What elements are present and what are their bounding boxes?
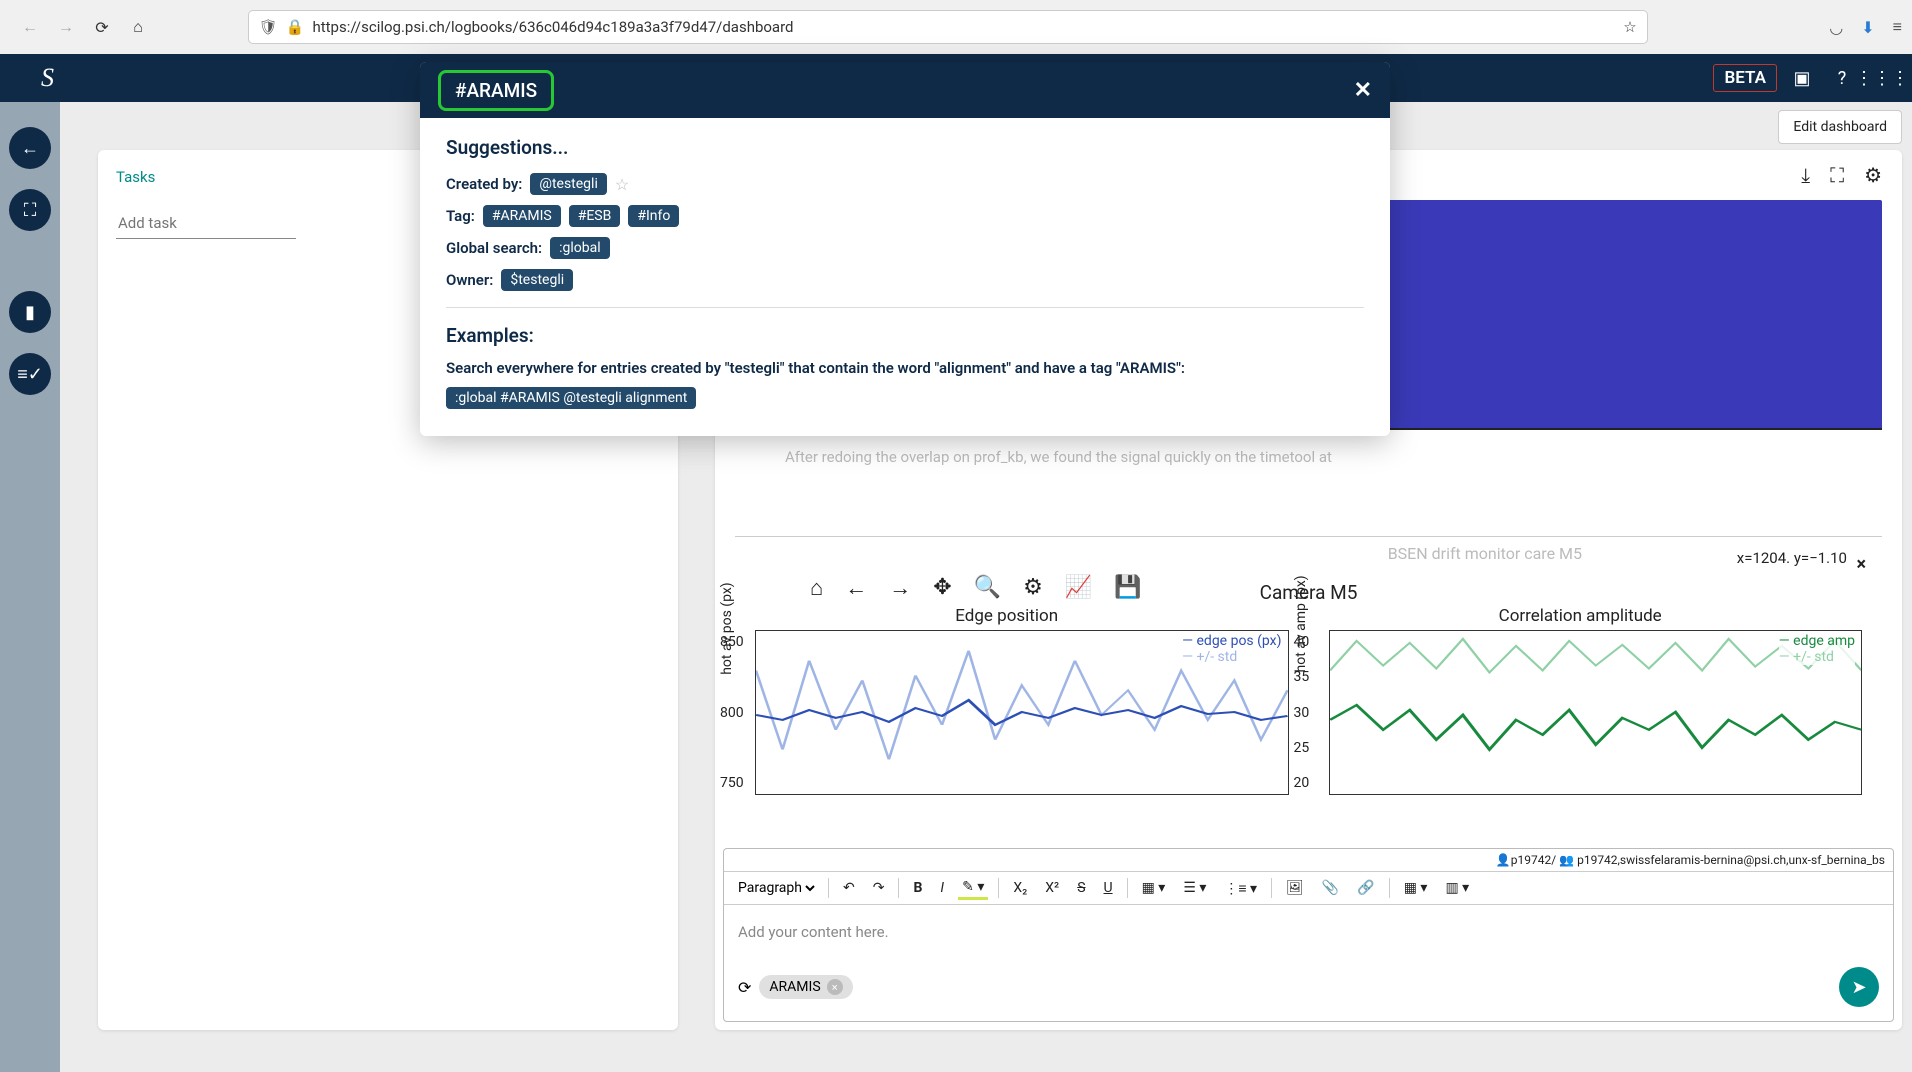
table-button[interactable]: ▦ ▾ (1138, 878, 1170, 898)
plot-back-icon[interactable]: ← (845, 575, 867, 601)
superscript-button[interactable]: X² (1041, 878, 1063, 898)
example-text: Search everywhere for entries created by… (446, 359, 1364, 377)
drift-close-icon[interactable]: × (1856, 554, 1866, 575)
plot-coords: x=1204. y=−1.10 (1737, 549, 1847, 567)
plot1: — edge pos (px)— +/- std (755, 630, 1289, 795)
beta-badge: BETA (1713, 64, 1777, 92)
back-button[interactable]: ← (15, 12, 45, 42)
plot2-subtitle: Correlation amplitude (1499, 606, 1662, 626)
bulllist-button[interactable]: ⋮≡ ▾ (1220, 878, 1261, 899)
global-search-label: Global search: (446, 239, 542, 257)
strike-button[interactable]: S (1073, 878, 1089, 898)
browser-chrome: ← → ⟳ ⌂ 🛡 🔒 https://scilog.psi.ch/logboo… (0, 0, 1912, 54)
composer: 👤p19742/ 👥 p19742,swissfelaramis-bernina… (723, 848, 1894, 1022)
plot-zoom-icon[interactable]: 🔍 (974, 575, 1001, 601)
examples-title: Examples: (446, 324, 1364, 347)
send-button[interactable]: ➤ (1839, 967, 1879, 1007)
subscript-button[interactable]: X₂ (1009, 878, 1031, 898)
bold-button[interactable]: B (909, 878, 926, 898)
composer-toolbar: Paragraph ↶ ↷ B I ✎ ▾ X₂ X² S U ▦ ▾ ☰ ▾ … (724, 871, 1893, 905)
highlight-button[interactable]: ✎ ▾ (958, 877, 988, 900)
slideshow-icon[interactable]: ▣ (1787, 63, 1817, 93)
grid-button[interactable]: ▦ ▾ (1400, 878, 1432, 898)
rail-book-button[interactable]: ▮ (9, 291, 51, 333)
plot-save-icon[interactable]: 💾 (1114, 575, 1141, 601)
created-by-chip[interactable]: @testegli (530, 173, 606, 195)
suggestions-title: Suggestions... (446, 136, 1364, 159)
download-icon[interactable]: ⤓ (1801, 163, 1810, 187)
tag-chip[interactable]: #ESB (569, 205, 621, 227)
grid2-button[interactable]: ▥ ▾ (1441, 878, 1473, 898)
plot2: — edge amp— +/- std (1329, 630, 1863, 795)
global-chip[interactable]: :global (550, 237, 610, 259)
created-by-label: Created by: (446, 175, 522, 193)
redo-button[interactable]: ↷ (869, 878, 889, 898)
plot-config-icon[interactable]: ⚙ (1023, 575, 1043, 601)
refresh-tags-icon[interactable]: ⟳ (738, 978, 751, 997)
link-button[interactable]: 🔗 (1353, 878, 1378, 898)
shield-icon: 🛡 (259, 18, 278, 36)
owner-label: Owner: (446, 271, 493, 289)
app-logo[interactable]: S (25, 56, 70, 101)
search-overlay: #ARAMIS ✕ Suggestions... Created by: @te… (420, 62, 1390, 436)
pocket-icon[interactable]: ◡ (1829, 18, 1843, 37)
gear-icon[interactable]: ⚙ (1864, 163, 1882, 187)
tag-chip[interactable]: #Info (628, 205, 679, 227)
tag-label: Tag: (446, 207, 475, 225)
numlist-button[interactable]: ☰ ▾ (1179, 878, 1210, 898)
lock-icon: 🔒 (286, 18, 305, 36)
tag-chip[interactable]: #ARAMIS (483, 205, 561, 227)
rail-dashboard-button[interactable]: ⛶ (9, 189, 51, 231)
plot-home-icon[interactable]: ⌂ (810, 575, 823, 601)
home-button[interactable]: ⌂ (123, 12, 153, 42)
star-icon[interactable]: ☆ (615, 175, 629, 194)
drift-monitor-label: BSEN drift monitor care M5 (1388, 544, 1582, 563)
plot-pan-icon[interactable]: ✥ (933, 575, 951, 601)
search-close-icon[interactable]: ✕ (1354, 78, 1372, 103)
example-chip[interactable]: :global #ARAMIS @testegli alignment (446, 387, 696, 409)
undo-button[interactable]: ↶ (839, 878, 859, 898)
url-bar[interactable]: 🛡 🔒 https://scilog.psi.ch/logbooks/636c0… (248, 10, 1648, 44)
plot1-subtitle: Edge position (955, 606, 1058, 626)
image-button[interactable]: 🖼 (1282, 878, 1308, 898)
log-entry-text: After redoing the overlap on prof_kb, we… (785, 448, 1832, 466)
fullscreen-icon[interactable]: ⛶ (1830, 163, 1844, 187)
search-input[interactable]: #ARAMIS (438, 70, 554, 111)
plot-container: ⌂ ← → ✥ 🔍 ⚙ 📈 💾 x=1204. y=−1.10 Camera M… (735, 536, 1882, 795)
left-rail: ← ⛶ ▮ ≡✓ (0, 102, 60, 1072)
forward-button[interactable]: → (51, 12, 81, 42)
attach-button[interactable]: 📎 (1318, 878, 1343, 898)
star-icon[interactable]: ☆ (1623, 18, 1636, 36)
owner-chip[interactable]: $testegli (501, 269, 573, 291)
italic-button[interactable]: I (936, 878, 948, 898)
plot-fwd-icon[interactable]: → (889, 575, 911, 601)
add-task-input[interactable] (116, 208, 296, 239)
rail-checklist-button[interactable]: ≡✓ (9, 353, 51, 395)
rail-back-button[interactable]: ← (9, 127, 51, 169)
composer-content[interactable]: Add your content here. (724, 905, 1893, 959)
underline-button[interactable]: U (1100, 878, 1117, 898)
composer-meta: 👤p19742/ 👥 p19742,swissfelaramis-bernina… (724, 849, 1893, 871)
menu-icon[interactable]: ≡ (1893, 17, 1902, 37)
url-text: https://scilog.psi.ch/logbooks/636c046d9… (312, 18, 1615, 36)
composer-tag[interactable]: ARAMIS × (759, 975, 852, 999)
download-icon[interactable]: ⬇ (1861, 18, 1874, 37)
reload-button[interactable]: ⟳ (87, 12, 117, 42)
paragraph-select[interactable]: Paragraph (734, 879, 818, 897)
help-icon[interactable]: ? (1827, 63, 1857, 93)
remove-tag-icon[interactable]: × (827, 979, 843, 995)
edit-dashboard-button[interactable]: Edit dashboard (1778, 110, 1902, 144)
plot-axes-icon[interactable]: 📈 (1065, 575, 1092, 601)
apps-icon[interactable]: ⋮⋮⋮ (1867, 63, 1897, 93)
